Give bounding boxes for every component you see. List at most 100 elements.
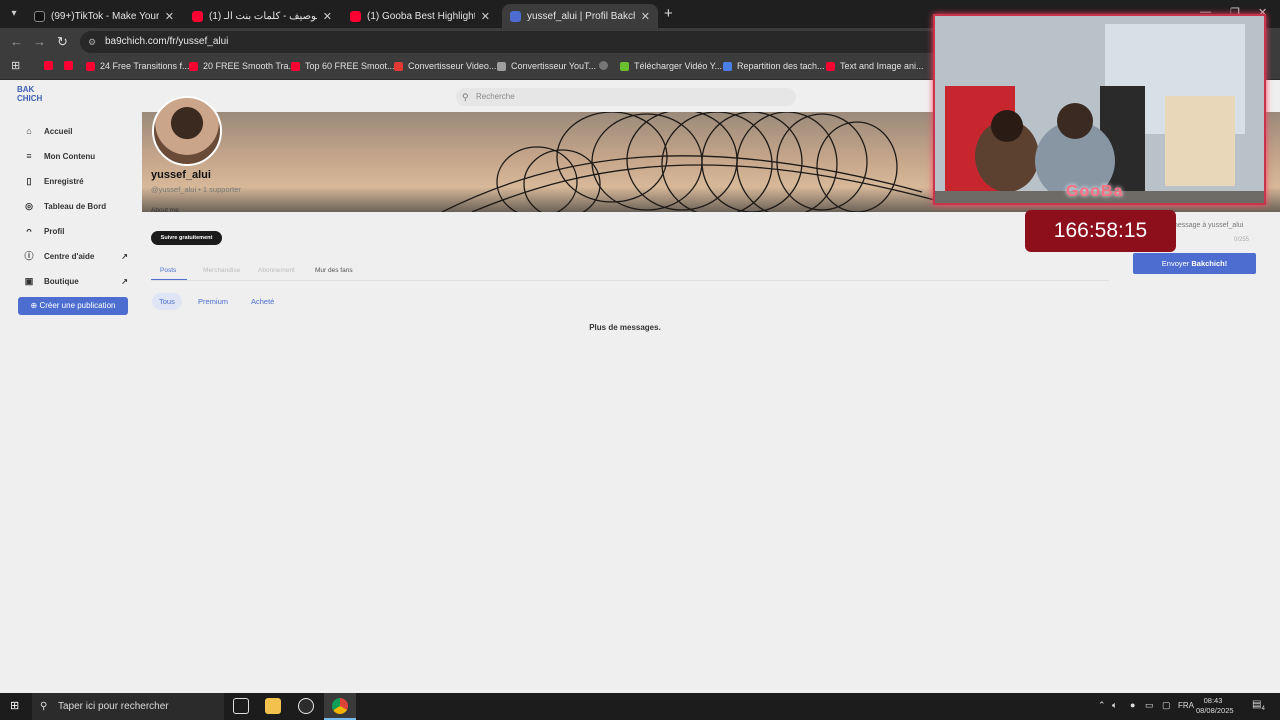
display-icon[interactable]: ▢ [1162,700,1171,711]
follow-free-button[interactable]: Suivre gratuitement [151,231,222,245]
address-bar[interactable]: ⚙ ba9chich.com/fr/yussef_alui [80,31,940,53]
obs-icon[interactable] [298,698,314,714]
sidebar-item-tableau-de-bord[interactable]: ◎ Tableau de Bord [24,201,128,211]
filter-premium[interactable]: Premium [191,293,235,310]
close-icon[interactable]: ✕ [165,10,174,23]
message-char-count: 0/255 [1234,237,1250,243]
bookmark-item[interactable]: Top 60 FREE Smoot... [291,61,395,71]
bakchich-icon [510,10,521,22]
windows-start-icon[interactable]: ⊞ [10,700,22,712]
clock-date: 08/08/2025 [1196,706,1234,715]
network-icon[interactable]: ▭ [1145,700,1154,711]
stream-timer: 166:58:15 [1025,210,1176,252]
filter-tous[interactable]: Tous [152,293,182,310]
apps-grid-icon[interactable]: ⊞ [11,59,20,72]
new-tab-button[interactable]: + [664,5,673,22]
site-info-icon[interactable]: ⚙ [88,31,96,53]
reload-icon[interactable]: ↻ [57,34,68,50]
sidebar-item-accueil[interactable]: ⌂ Accueil [24,126,128,136]
site-search-input[interactable]: ⚲ Recherche [456,88,796,106]
bookmark-item[interactable]: Text and Image ani... [826,61,924,71]
sidebar-item-enregistre[interactable]: ▯ Enregistré [24,176,128,186]
youtube-icon [189,61,198,71]
site-logo[interactable]: BAK CHICH [17,85,45,105]
sidebar-item-profil[interactable]: ᴖ Profil [24,226,128,236]
tab-abonnement[interactable]: Abonnement [258,267,295,274]
taskbar-clock[interactable]: 08:43 08/08/2025 [1196,696,1234,716]
speaker-icon[interactable]: 🔈︎ [1112,700,1117,711]
taskbar-search-placeholder: Taper ici pour rechercher [58,701,169,712]
bookmark-label: Text and Image ani... [840,61,924,71]
bookmark-icon: ▯ [26,176,32,186]
chrome-taskbar-button[interactable] [324,693,356,720]
tab-tiktok[interactable]: (99+)TikTok - Make Your Day ✕ [26,4,182,28]
tab-posts[interactable]: Posts [160,267,176,274]
language-indicator[interactable]: FRA [1178,701,1194,710]
tab-youtube-song[interactable]: (1) سمير لوصيف - كلمات بنت الـ ✕ [184,4,340,28]
send-label: Envoyer [1161,259,1192,268]
download-icon [620,61,629,71]
tray-chevron-icon[interactable]: ⌃ [1098,700,1106,711]
tab-title: (1) Gooba Best Highlights #8 | [367,10,475,22]
tab-gooba-highlights[interactable]: (1) Gooba Best Highlights #8 | ✕ [342,4,498,28]
profile-avatar[interactable] [152,96,222,166]
file-explorer-icon[interactable] [265,698,281,714]
tab-title: (99+)TikTok - Make Your Day [51,10,159,22]
tab-bakchich-profile[interactable]: yussef_alui | Profil Bakchich | Ba ✕ [502,4,658,28]
z-icon [394,61,403,71]
webcam-scene [935,16,1264,203]
tab-mur-des-fans[interactable]: Mur des fans [315,267,353,274]
sidebar-item-label: Mon Contenu [44,151,96,161]
tab-title: (1) سمير لوصيف - كلمات بنت الـ [209,10,317,22]
create-post-button[interactable]: ⊕ Créer une publication [18,297,128,315]
microphone-icon[interactable]: ● [1130,700,1135,710]
youtube-icon [350,10,361,22]
tab-merchandise[interactable]: Merchandise [203,267,240,274]
support-message-input[interactable]: message à yussef_alui [1172,222,1243,229]
youtube-icon [86,61,95,71]
youtube-icon [64,61,73,70]
url-text: ba9chich.com/fr/yussef_alui [105,36,229,47]
bookmark-globe[interactable] [599,61,613,70]
list-icon: ≡ [26,151,32,161]
forward-icon[interactable]: → [33,34,46,49]
close-icon[interactable]: ✕ [323,10,332,23]
youtube-icon [192,10,203,22]
youtube-icon [291,61,300,71]
bookmark-item[interactable]: Repartition des tach... [723,61,825,71]
search-icon: ⚲ [40,701,48,712]
close-icon[interactable]: ✕ [641,10,650,23]
bookmark-label: Convertisseur Video... [408,61,497,71]
send-bakchich-button[interactable]: Envoyer Bakchich! [1133,253,1256,274]
close-icon[interactable]: ✕ [481,10,490,23]
webcam-overlay [933,14,1266,205]
task-view-icon[interactable] [233,698,249,714]
sidebar-item-centre-aide[interactable]: ⓘ Centre d'aide ↗ [24,251,128,261]
taskbar-search-box[interactable]: ⚲ Taper ici pour rechercher [32,693,224,720]
home-icon: ⌂ [26,126,32,136]
shop-icon: ▣ [24,276,34,286]
windows-taskbar: ⊞ ⚲ Taper ici pour rechercher ⌃ 🔈︎ ● ▭ ▢… [0,693,1280,720]
tab-search-icon[interactable]: ▾ [6,6,22,22]
bookmark-item[interactable]: 20 FREE Smooth Tra... [189,61,296,71]
bookmark-youtube[interactable] [44,61,58,70]
clock-time: 08:43 [1203,696,1223,705]
back-icon[interactable]: ← [10,34,23,49]
notification-center-icon[interactable]: ▤4 [1252,699,1265,712]
bookmark-item[interactable]: Convertisseur YouT... [497,61,596,71]
filter-achete[interactable]: Acheté [244,293,281,310]
profile-name: yussef_alui [151,169,211,181]
bookmark-item[interactable]: 24 Free Transitions f... [86,61,190,71]
bookmark-item[interactable]: Convertisseur Video... [394,61,496,71]
bookmark-label: Repartition des tach... [737,61,825,71]
bookmark-item[interactable]: Télécharger Vidéo Y... [620,61,722,71]
user-icon: ᴖ [26,226,32,236]
youtube-icon [44,61,53,70]
dashboard-icon: ◎ [25,201,33,211]
sidebar-item-boutique[interactable]: ▣ Boutique ↗ [24,276,128,286]
sidebar-item-label: Tableau de Bord [44,201,107,211]
bookmark-label: 20 FREE Smooth Tra... [203,61,297,71]
sidebar-item-label: Profil [44,226,65,236]
sidebar-item-mon-contenu[interactable]: ≡ Mon Contenu [24,151,128,161]
bookmark-youtube[interactable] [64,61,78,70]
